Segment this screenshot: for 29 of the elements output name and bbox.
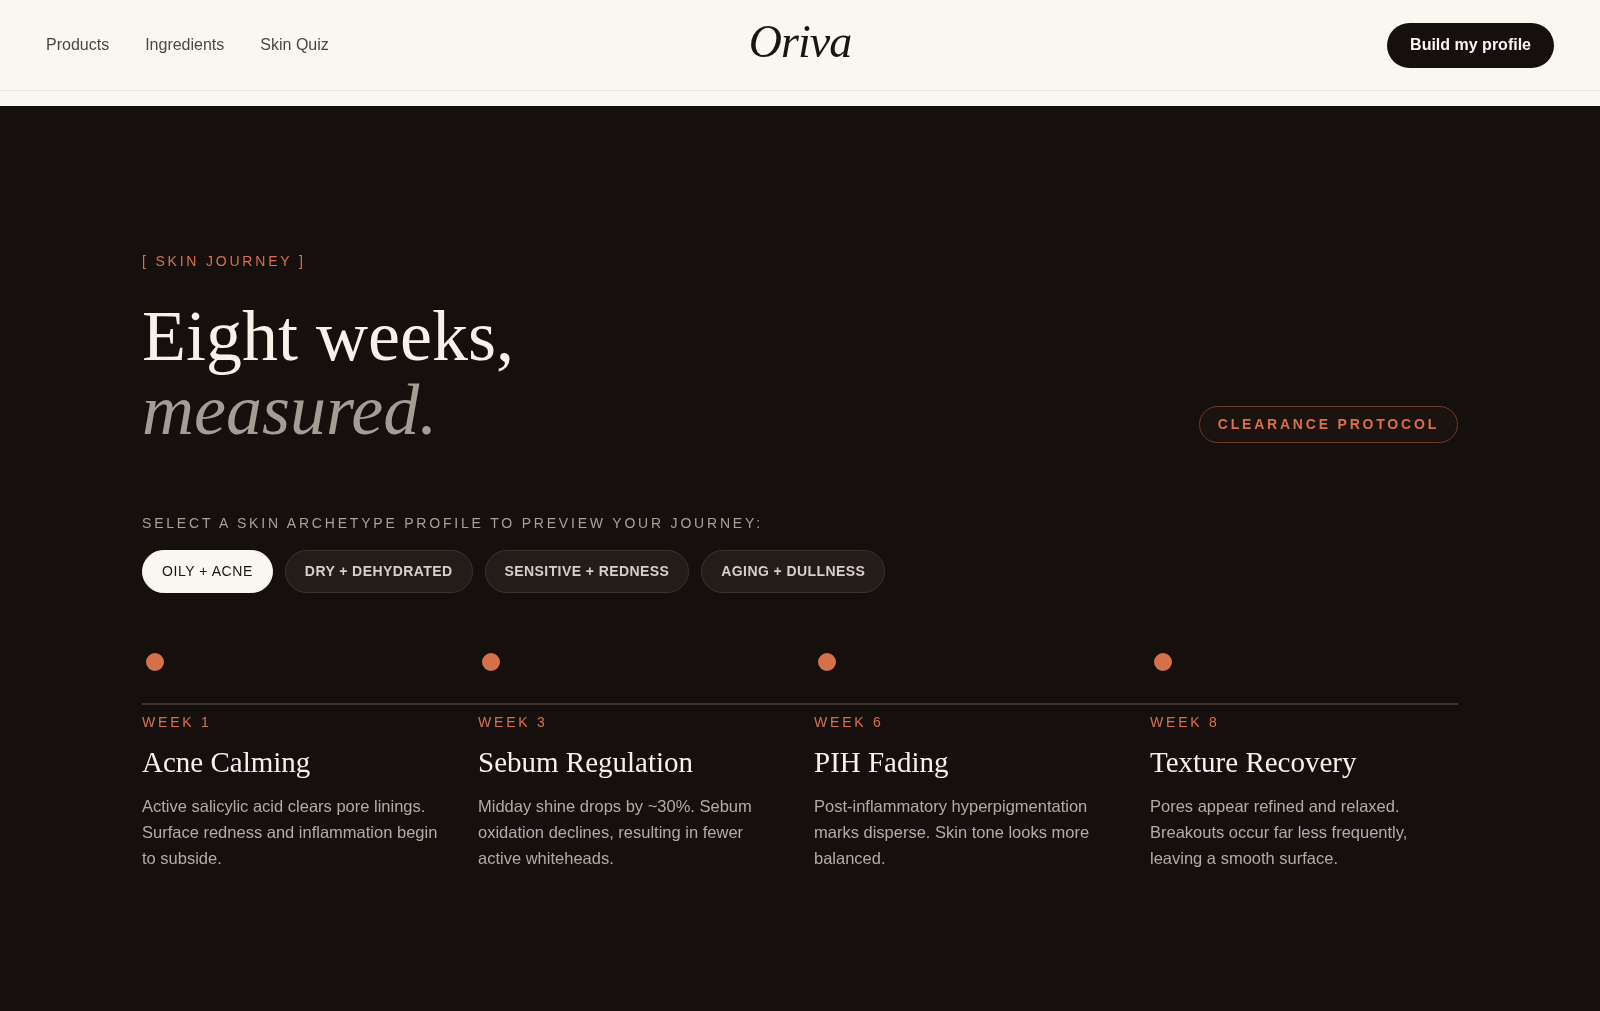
milestone-title: Acne Calming (142, 745, 311, 780)
timeline-dot-icon (818, 653, 836, 671)
milestone-title: Sebum Regulation (478, 745, 694, 780)
logo[interactable]: Oriva (748, 12, 852, 72)
milestone-description: Midday shine drops by ~30%. Sebum oxidation declines, resulting in fewer active whiteheads. (478, 796, 753, 869)
milestone-description: Active salicylic acid clears pore linings. Surface redness and inflammation begin to subside. (142, 796, 439, 869)
profile-chip[interactable]: OILY + ACNE (142, 550, 273, 593)
week-label: WEEK 1 (142, 713, 212, 732)
milestone-description: Post-inflammatory hyperpigmentation marks disperse. Skin tone looks more balanced. (814, 796, 1091, 869)
section-eyebrow: [ SKIN JOURNEY ] (142, 252, 306, 271)
milestone-title: Texture Recovery (1150, 745, 1357, 780)
week-label: WEEK 3 (478, 713, 548, 732)
timeline-dot-icon (146, 653, 164, 671)
build-profile-button[interactable]: Build my profile (1387, 22, 1554, 68)
profile-chip[interactable]: SENSITIVE + REDNESS (484, 550, 690, 593)
protocol-badge: CLEARANCE PROTOCOL (1198, 406, 1458, 443)
timeline-dot-icon (1154, 653, 1172, 671)
nav-link[interactable]: Skin Quiz (260, 35, 329, 55)
week-label: WEEK 6 (814, 713, 884, 732)
profile-chip[interactable]: AGING + DULLNESS (701, 550, 886, 593)
profile-prompt: SELECT A SKIN ARCHETYPE PROFILE TO PREVIEW YOUR JOURNEY: (142, 514, 763, 533)
milestone-title: PIH Fading (814, 745, 949, 780)
profile-chip[interactable]: DRY + DEHYDRATED (284, 550, 473, 593)
nav-link[interactable]: Products (46, 35, 110, 55)
week-label: WEEK 8 (1150, 713, 1220, 732)
nav-link[interactable]: Ingredients (145, 35, 225, 55)
heading-line: Eight weeks, (142, 299, 514, 373)
milestone-description: Pores appear refined and relaxed. Breakouts occur far less frequently, leaving a smooth surface. (1150, 796, 1409, 869)
timeline-dot-icon (482, 653, 500, 671)
